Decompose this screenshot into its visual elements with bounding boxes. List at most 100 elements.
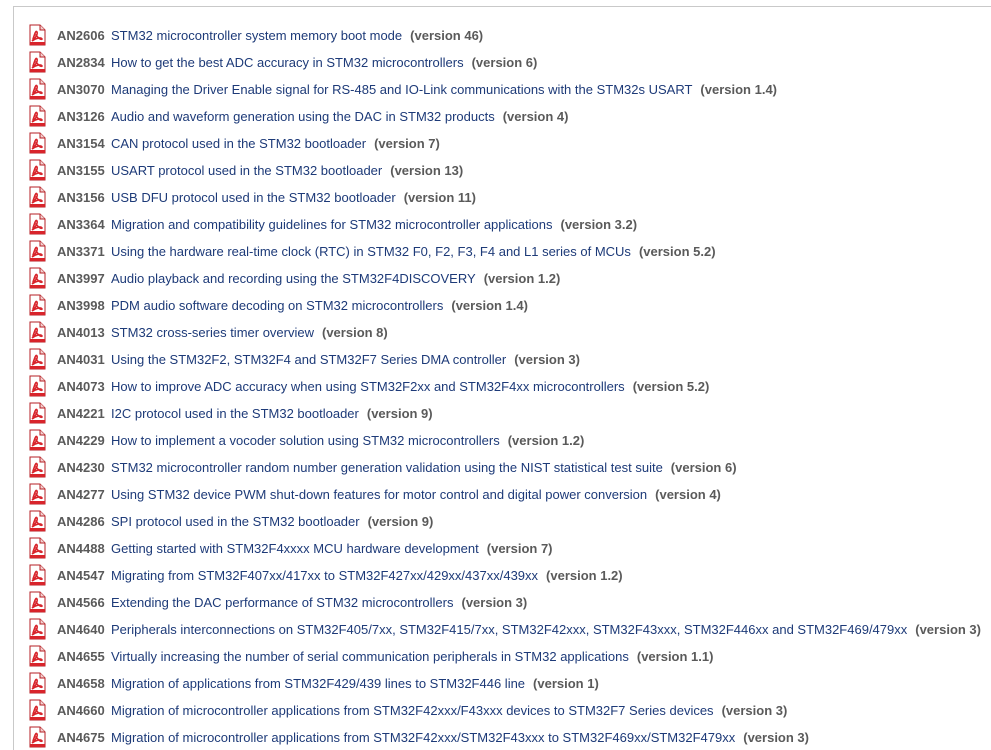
document-title-link[interactable]: Migration of applications from STM32F429… bbox=[111, 676, 525, 691]
document-code: AN3997 bbox=[57, 271, 105, 286]
document-version: (version 13) bbox=[390, 163, 464, 178]
document-entry: Virtually increasing the number of seria… bbox=[111, 643, 713, 670]
document-version: (version 8) bbox=[322, 325, 388, 340]
pdf-icon[interactable] bbox=[26, 24, 48, 46]
document-title-link[interactable]: SPI protocol used in the STM32 bootloade… bbox=[111, 514, 360, 529]
pdf-icon[interactable] bbox=[26, 429, 48, 451]
document-code: AN4658 bbox=[57, 676, 105, 691]
document-title-link[interactable]: Extending the DAC performance of STM32 m… bbox=[111, 595, 453, 610]
document-title-link[interactable]: Virtually increasing the number of seria… bbox=[111, 649, 629, 664]
pdf-icon[interactable] bbox=[26, 240, 48, 262]
document-entry: Getting started with STM32F4xxxx MCU har… bbox=[111, 535, 553, 562]
document-entry: USB DFU protocol used in the STM32 bootl… bbox=[111, 184, 476, 211]
document-title-link[interactable]: PDM audio software decoding on STM32 mic… bbox=[111, 298, 443, 313]
document-code: AN3126 bbox=[57, 109, 105, 124]
document-title-link[interactable]: Migrating from STM32F407xx/417xx to STM3… bbox=[111, 568, 538, 583]
document-title-link[interactable]: STM32 microcontroller system memory boot… bbox=[111, 28, 402, 43]
pdf-icon[interactable] bbox=[26, 213, 48, 235]
document-title-link[interactable]: STM32 microcontroller random number gene… bbox=[111, 460, 663, 475]
document-code: AN4286 bbox=[57, 514, 105, 529]
document-title-link[interactable]: Migration of microcontroller application… bbox=[111, 730, 735, 745]
document-title-link[interactable]: Getting started with STM32F4xxxx MCU har… bbox=[111, 541, 479, 556]
document-code: AN4013 bbox=[57, 325, 105, 340]
document-code: AN2834 bbox=[57, 55, 105, 70]
document-title-link[interactable]: How to get the best ADC accuracy in STM3… bbox=[111, 55, 464, 70]
pdf-icon[interactable] bbox=[26, 51, 48, 73]
document-title-link[interactable]: Audio and waveform generation using the … bbox=[111, 109, 495, 124]
document-version: (version 9) bbox=[367, 514, 434, 529]
document-version: (version 1.2) bbox=[483, 271, 561, 286]
pdf-icon[interactable] bbox=[26, 375, 48, 397]
document-version: (version 3) bbox=[915, 622, 981, 637]
document-code: AN4547 bbox=[57, 568, 105, 583]
document-version: (version 1.4) bbox=[700, 82, 778, 97]
document-version: (version 3) bbox=[514, 352, 580, 367]
document-code: AN4229 bbox=[57, 433, 105, 448]
document-title-link[interactable]: How to implement a vocoder solution usin… bbox=[111, 433, 500, 448]
panel-top-border bbox=[13, 6, 991, 7]
pdf-icon[interactable] bbox=[26, 186, 48, 208]
document-title-link[interactable]: I2C protocol used in the STM32 bootloade… bbox=[111, 406, 359, 421]
document-title-link[interactable]: How to improve ADC accuracy when using S… bbox=[111, 379, 625, 394]
document-entry: Migration and compatibility guidelines f… bbox=[111, 211, 637, 238]
document-entry: Extending the DAC performance of STM32 m… bbox=[111, 589, 527, 616]
pdf-icon[interactable] bbox=[26, 105, 48, 127]
document-entry: How to implement a vocoder solution usin… bbox=[111, 427, 584, 454]
pdf-icon[interactable] bbox=[26, 348, 48, 370]
document-code: AN3998 bbox=[57, 298, 105, 313]
document-entry: STM32 microcontroller random number gene… bbox=[111, 454, 737, 481]
document-code: AN3154 bbox=[57, 136, 105, 151]
document-title-link[interactable]: CAN protocol used in the STM32 bootloade… bbox=[111, 136, 366, 151]
pdf-icon[interactable] bbox=[26, 510, 48, 532]
document-version: (version 9) bbox=[366, 406, 433, 421]
pdf-icon[interactable] bbox=[26, 645, 48, 667]
document-version: (version 6) bbox=[471, 55, 538, 70]
document-entry: Migration of microcontroller application… bbox=[111, 724, 809, 750]
document-version: (version 1.1) bbox=[636, 649, 714, 664]
document-entry: USART protocol used in the STM32 bootloa… bbox=[111, 157, 463, 184]
document-title-link[interactable]: USB DFU protocol used in the STM32 bootl… bbox=[111, 190, 396, 205]
document-entry: Migration of applications from STM32F429… bbox=[111, 670, 599, 697]
document-version: (version 6) bbox=[670, 460, 737, 475]
pdf-icon[interactable] bbox=[26, 321, 48, 343]
document-entry: SPI protocol used in the STM32 bootloade… bbox=[111, 508, 433, 535]
document-title-link[interactable]: USART protocol used in the STM32 bootloa… bbox=[111, 163, 382, 178]
pdf-icon[interactable] bbox=[26, 456, 48, 478]
document-entry: PDM audio software decoding on STM32 mic… bbox=[111, 292, 528, 319]
document-version: (version 3) bbox=[743, 730, 809, 745]
pdf-icon[interactable] bbox=[26, 537, 48, 559]
document-code: AN4675 bbox=[57, 730, 105, 745]
pdf-icon[interactable] bbox=[26, 699, 48, 721]
pdf-icon[interactable] bbox=[26, 159, 48, 181]
document-title-link[interactable]: Migration and compatibility guidelines f… bbox=[111, 217, 552, 232]
document-entry: Migration of microcontroller application… bbox=[111, 697, 787, 724]
document-entry: Using the STM32F2, STM32F4 and STM32F7 S… bbox=[111, 346, 580, 373]
document-title-link[interactable]: Migration of microcontroller application… bbox=[111, 703, 714, 718]
document-title-link[interactable]: Peripherals interconnections on STM32F40… bbox=[111, 622, 907, 637]
pdf-icon[interactable] bbox=[26, 267, 48, 289]
document-entry: I2C protocol used in the STM32 bootloade… bbox=[111, 400, 433, 427]
document-title-link[interactable]: Using the STM32F2, STM32F4 and STM32F7 S… bbox=[111, 352, 506, 367]
document-version: (version 5.2) bbox=[632, 379, 710, 394]
document-title-link[interactable]: Using the hardware real-time clock (RTC)… bbox=[111, 244, 631, 259]
pdf-icon[interactable] bbox=[26, 483, 48, 505]
pdf-icon[interactable] bbox=[26, 726, 48, 748]
document-title-link[interactable]: Managing the Driver Enable signal for RS… bbox=[111, 82, 692, 97]
pdf-icon[interactable] bbox=[26, 402, 48, 424]
document-code: AN3156 bbox=[57, 190, 105, 205]
document-version: (version 4) bbox=[655, 487, 721, 502]
pdf-icon[interactable] bbox=[26, 78, 48, 100]
document-code: AN4566 bbox=[57, 595, 105, 610]
document-code: AN4655 bbox=[57, 649, 105, 664]
pdf-icon[interactable] bbox=[26, 672, 48, 694]
document-version: (version 11) bbox=[403, 190, 476, 205]
pdf-icon[interactable] bbox=[26, 564, 48, 586]
pdf-icon[interactable] bbox=[26, 294, 48, 316]
document-entry: Audio playback and recording using the S… bbox=[111, 265, 560, 292]
document-title-link[interactable]: Using STM32 device PWM shut-down feature… bbox=[111, 487, 647, 502]
document-title-link[interactable]: Audio playback and recording using the S… bbox=[111, 271, 476, 286]
pdf-icon[interactable] bbox=[26, 618, 48, 640]
pdf-icon[interactable] bbox=[26, 591, 48, 613]
document-title-link[interactable]: STM32 cross-series timer overview bbox=[111, 325, 314, 340]
pdf-icon[interactable] bbox=[26, 132, 48, 154]
